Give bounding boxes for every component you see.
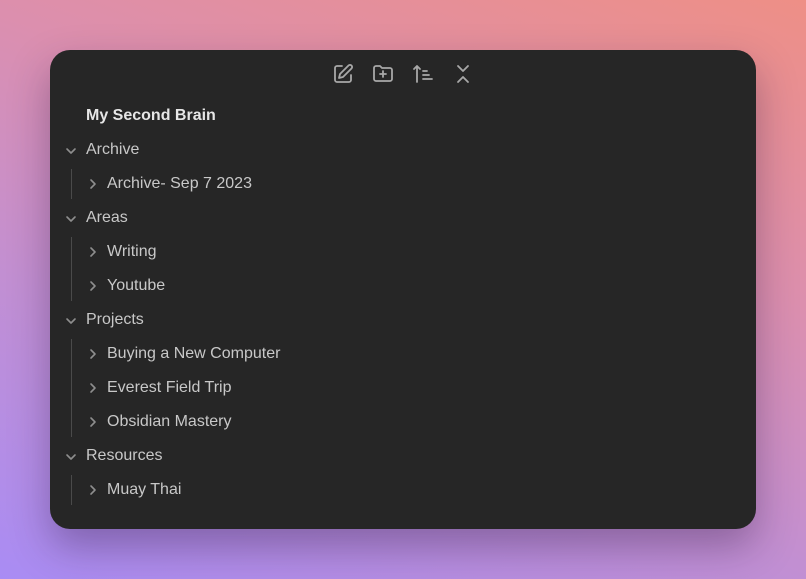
folder-children: Writing Youtube <box>50 235 756 303</box>
subfolder-label: Obsidian Mastery <box>107 413 232 430</box>
folder-row-archive[interactable]: Archive <box>50 133 756 167</box>
folder-label: Projects <box>86 311 144 328</box>
subfolder-label: Buying a New Computer <box>107 345 281 362</box>
new-note-button[interactable] <box>331 62 355 86</box>
folder-label: Resources <box>86 447 163 464</box>
subfolder-archive-sep-7-2023[interactable]: Archive- Sep 7 2023 <box>50 167 756 201</box>
subfolder-writing[interactable]: Writing <box>50 235 756 269</box>
folder-children: Buying a New Computer Everest Field Trip… <box>50 337 756 439</box>
folder-row-areas[interactable]: Areas <box>50 201 756 235</box>
subfolder-everest-field-trip[interactable]: Everest Field Trip <box>50 371 756 405</box>
new-note-icon <box>334 64 353 83</box>
subfolder-muay-thai[interactable]: Muay Thai <box>50 473 756 507</box>
chevron-down-icon[interactable] <box>64 314 78 328</box>
file-explorer-panel: My Second Brain Archive Archive- Sep 7 2… <box>50 50 756 529</box>
subfolder-obsidian-mastery[interactable]: Obsidian Mastery <box>50 405 756 439</box>
folder-areas: Areas Writing Youtube <box>50 201 756 303</box>
collapse-all-icon <box>457 65 469 83</box>
folder-row-resources[interactable]: Resources <box>50 439 756 473</box>
subfolder-label: Writing <box>107 243 157 260</box>
subfolder-label: Everest Field Trip <box>107 379 232 396</box>
sort-icon <box>413 65 433 83</box>
subfolder-youtube[interactable]: Youtube <box>50 269 756 303</box>
folder-children: Muay Thai <box>50 473 756 507</box>
chevron-right-icon <box>90 383 96 393</box>
chevron-down-icon[interactable] <box>64 212 78 226</box>
chevron-right-icon <box>90 417 96 427</box>
folder-row-projects[interactable]: Projects <box>50 303 756 337</box>
vault-title[interactable]: My Second Brain <box>86 107 216 125</box>
chevron-right-icon <box>90 281 96 291</box>
file-tree: Archive Archive- Sep 7 2023 Areas Writin… <box>50 133 756 507</box>
explorer-toolbar <box>50 62 756 88</box>
chevron-right-icon <box>90 179 96 189</box>
collapse-all-button[interactable] <box>451 62 475 86</box>
subfolder-label: Archive- Sep 7 2023 <box>107 175 252 192</box>
new-folder-button[interactable] <box>371 62 395 86</box>
chevron-down-icon[interactable] <box>64 450 78 464</box>
chevron-down-icon[interactable] <box>64 144 78 158</box>
new-folder-icon <box>373 65 393 82</box>
subfolder-label: Youtube <box>107 277 166 294</box>
folder-projects: Projects Buying a New Computer Everest F… <box>50 303 756 439</box>
chevron-right-icon <box>90 485 96 495</box>
chevron-right-icon <box>90 247 96 257</box>
folder-archive: Archive Archive- Sep 7 2023 <box>50 133 756 201</box>
sort-button[interactable] <box>411 62 435 86</box>
folder-resources: Resources Muay Thai <box>50 439 756 507</box>
subfolder-label: Muay Thai <box>107 481 182 498</box>
folder-children: Archive- Sep 7 2023 <box>50 167 756 201</box>
subfolder-buying-a-new-computer[interactable]: Buying a New Computer <box>50 337 756 371</box>
folder-label: Areas <box>86 209 128 226</box>
chevron-right-icon <box>90 349 96 359</box>
folder-label: Archive <box>86 141 140 158</box>
